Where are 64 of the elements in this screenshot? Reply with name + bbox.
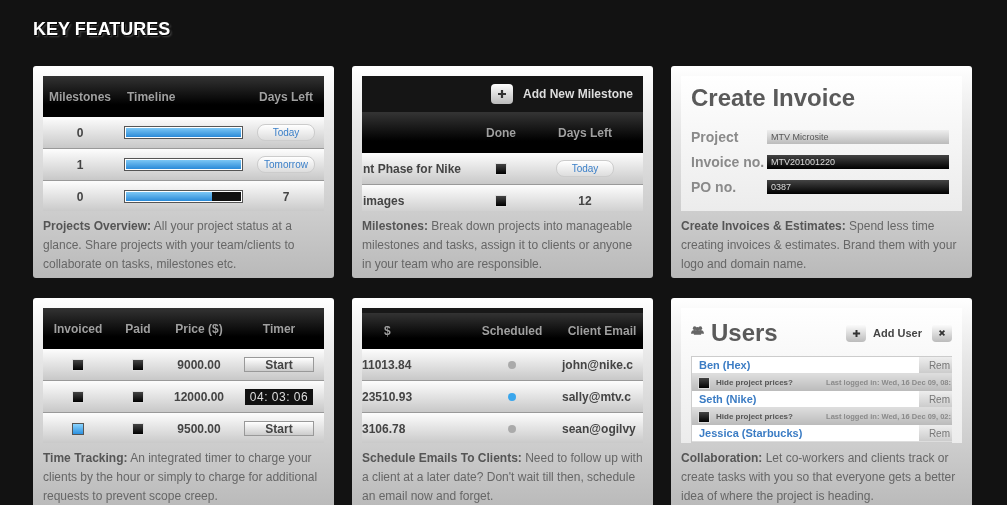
due-badge: Today xyxy=(556,160,614,177)
column-header: Milestones xyxy=(48,89,112,104)
panel-title: Create Invoice xyxy=(691,84,857,112)
table-cell-text: 9000.00 xyxy=(176,357,222,372)
table-cell: 7 xyxy=(282,189,290,204)
add-icon[interactable] xyxy=(491,84,513,104)
column-header: Client Email xyxy=(566,324,638,338)
section-heading: KEY FEATURES xyxy=(33,18,172,40)
table-cell-text: images xyxy=(362,193,406,208)
column-header: Paid xyxy=(124,321,152,336)
table-cell-text: 9500.00 xyxy=(176,421,222,436)
feature-description: Create Invoices & Estimates: Spend less time creating invoices & estimates. Brand them with your logo and domain name. xyxy=(681,218,958,273)
remove-button[interactable]: Rem xyxy=(919,357,952,373)
input-field[interactable]: 0387 xyxy=(767,179,949,194)
table-cell-text: john@nike.c xyxy=(562,357,635,372)
table-cell: 12 xyxy=(578,193,592,208)
panel-title: Users xyxy=(711,319,778,347)
due-badge: Today xyxy=(257,124,315,141)
start-button[interactable]: Start xyxy=(244,421,314,436)
table-cell-text: sean@ogilvy xyxy=(562,421,637,436)
due-badge: Tomorrow xyxy=(257,156,315,173)
project-select[interactable]: MTV Microsite xyxy=(767,129,949,144)
column-header: $ xyxy=(383,324,392,338)
table-cell-text: 11013.84 xyxy=(362,357,413,372)
add-user-link[interactable]: Add User xyxy=(873,327,922,339)
table-cell-text: 0 xyxy=(75,189,85,204)
table-cell-text: 0 xyxy=(75,125,85,140)
users-icon xyxy=(691,325,704,335)
remove-button[interactable]: Rem xyxy=(919,391,952,407)
close-icon[interactable] xyxy=(932,324,952,342)
column-header: Invoiced xyxy=(52,321,104,336)
column-header: Price ($) xyxy=(174,321,224,336)
remove-button[interactable]: Rem xyxy=(919,425,952,441)
feature-description: Milestones: Break down projects into manageable milestones and tasks, assign it to clients or anyone in your team who are responsible. xyxy=(362,218,634,273)
input-field[interactable]: MTV201001220 xyxy=(767,154,949,169)
user-name-link[interactable]: Jessica (Starbucks) xyxy=(692,427,919,439)
feature-description: Schedule Emails To Clients: Need to follow up with a client at a later date? Don't wait till then, schedule an email now and forget. xyxy=(362,450,643,505)
feature-description: Projects Overview: All your project status at a glance. Share projects with your team/clients to collaborate on tasks, milestones etc. xyxy=(43,218,296,273)
user-name-link[interactable]: Ben (Hex) xyxy=(692,359,919,371)
column-header: Days Left xyxy=(557,126,613,140)
add-milestone-link[interactable]: Add New Milestone xyxy=(523,87,633,101)
column-header: Timer xyxy=(261,321,297,336)
feature-description: Time Tracking: An integrated timer to charge your clients by the hour or simply to charge for additional requests to prevent scope creep. xyxy=(43,450,319,505)
feature-description: Collaboration: Let co-workers and clients track or create tasks with you so that everyone gets a better idea of where the project is heading. xyxy=(681,450,957,505)
column-header: Timeline xyxy=(126,89,177,104)
checkbox[interactable] xyxy=(72,422,84,435)
field-label: Project xyxy=(691,128,740,145)
checkbox-label: Hide project prices? xyxy=(716,412,793,421)
checkbox-label: Hide project prices? xyxy=(716,378,793,387)
table-cell-text: 23510.93 xyxy=(362,389,414,404)
column-header: Days Left xyxy=(258,89,314,104)
table-cell-text: 3106.78 xyxy=(362,421,407,436)
column-header: Done xyxy=(485,126,517,140)
table-cell-text: sally@mtv.c xyxy=(562,389,632,404)
field-label: Invoice no. xyxy=(691,153,766,170)
user-name-link[interactable]: Seth (Nike) xyxy=(692,393,919,405)
table-cell-text: 12000.00 xyxy=(172,389,226,404)
timer-display: 04: 03: 06 xyxy=(245,388,313,405)
field-label: PO no. xyxy=(691,178,738,195)
table-cell-text: 1 xyxy=(75,157,85,172)
start-button[interactable]: Start xyxy=(244,357,314,372)
column-header: Scheduled xyxy=(480,324,544,338)
table-cell-text: nt Phase for Nike xyxy=(362,161,463,176)
add-icon[interactable] xyxy=(846,324,867,342)
